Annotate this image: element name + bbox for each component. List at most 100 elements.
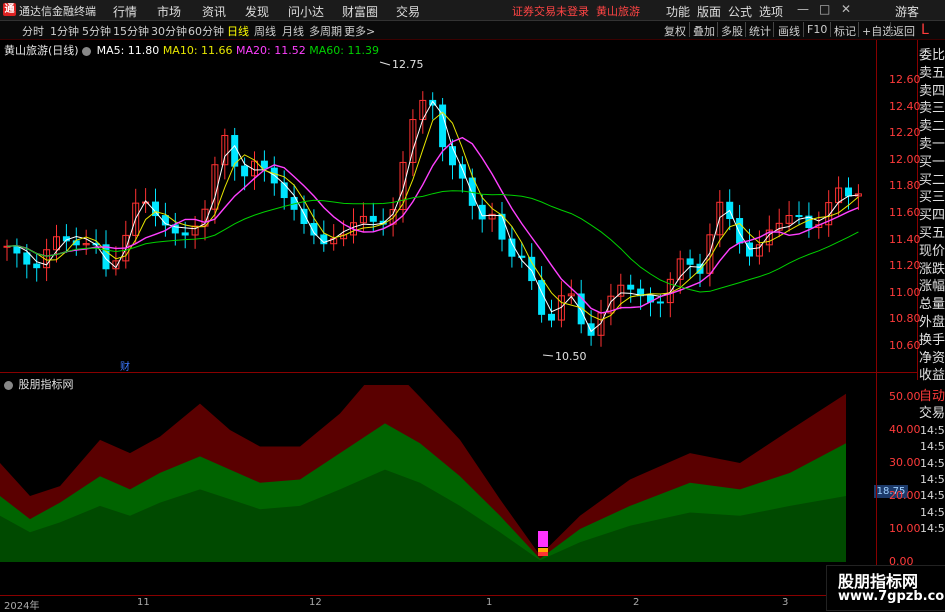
bottom-axis-line bbox=[0, 595, 876, 596]
period-monthly[interactable]: 月线 bbox=[282, 23, 304, 39]
sidebar-item[interactable]: 买三 bbox=[919, 186, 945, 205]
maximize-icon[interactable]: □ bbox=[819, 2, 830, 16]
period-15min[interactable]: 15分钟 bbox=[113, 23, 149, 39]
indicator-chart[interactable] bbox=[0, 385, 876, 595]
mark-button[interactable]: 标记 bbox=[834, 23, 856, 39]
candle-body[interactable] bbox=[181, 232, 189, 236]
menu-quotes[interactable]: 行情 bbox=[113, 3, 137, 20]
sidebar-item[interactable]: 卖一 bbox=[919, 133, 945, 152]
trade-time: 14:56 bbox=[920, 456, 945, 470]
adjust-button[interactable]: 复权 bbox=[664, 23, 686, 39]
back-button[interactable]: 返回 bbox=[893, 23, 915, 39]
signal-marker bbox=[538, 531, 548, 535]
menu-layout[interactable]: 版面 bbox=[697, 3, 721, 20]
multi-stock-button[interactable]: 多股 bbox=[721, 23, 743, 39]
finance-event-mark[interactable]: 财 bbox=[120, 358, 130, 373]
sidebar-item[interactable]: 买五 bbox=[919, 222, 945, 241]
candle-body[interactable] bbox=[795, 215, 803, 218]
menu-news[interactable]: 资讯 bbox=[202, 3, 226, 20]
menu-formula[interactable]: 公式 bbox=[728, 3, 752, 20]
trade-time: 14:56 bbox=[920, 424, 945, 437]
toolbar-divider bbox=[803, 22, 804, 37]
sidebar-item[interactable]: 买二 bbox=[919, 169, 945, 188]
f10-button[interactable]: F10 bbox=[807, 23, 827, 36]
candle-body[interactable] bbox=[686, 258, 694, 265]
date-tick: 12 bbox=[309, 597, 322, 608]
sidebar-item[interactable]: 卖二 bbox=[919, 115, 945, 134]
high-pointer bbox=[379, 61, 391, 66]
period-60min[interactable]: 60分钟 bbox=[188, 23, 224, 39]
candle-body[interactable] bbox=[627, 284, 635, 290]
app-logo-icon: 通 bbox=[3, 3, 16, 16]
candle-body[interactable] bbox=[656, 301, 664, 304]
menu-trade[interactable]: 交易 bbox=[396, 3, 420, 20]
price-tick: 11.00 bbox=[889, 285, 921, 299]
sidebar-item[interactable]: 卖三 bbox=[919, 97, 945, 116]
period-more[interactable]: 更多> bbox=[344, 23, 375, 39]
date-tick: 11 bbox=[137, 597, 150, 608]
sidebar-item[interactable]: 涨跌 bbox=[919, 258, 945, 277]
login-notice[interactable]: 证券交易未登录 黄山旅游 bbox=[512, 3, 640, 19]
period-multi[interactable]: 多周期 bbox=[309, 23, 342, 39]
trade-label[interactable]: 交易 bbox=[919, 402, 945, 421]
candle-body[interactable] bbox=[300, 208, 308, 224]
sidebar-item[interactable]: 委比 bbox=[919, 44, 945, 63]
low-price-mark: 10.50 bbox=[555, 350, 587, 363]
period-weekly[interactable]: 周线 bbox=[254, 23, 276, 39]
indicator-tick: 40.00 bbox=[889, 423, 921, 436]
sidebar-item[interactable]: 换手 bbox=[919, 329, 945, 348]
sidebar-item[interactable]: 买四 bbox=[919, 204, 945, 223]
period-daily[interactable]: 日线 bbox=[227, 23, 249, 39]
candle-body[interactable] bbox=[369, 215, 377, 222]
candle-body[interactable] bbox=[241, 165, 249, 177]
app-name: 通达信金融终端 bbox=[19, 5, 96, 18]
sidebar-item[interactable]: 总量 bbox=[919, 293, 945, 312]
sidebar-item[interactable]: 卖四 bbox=[919, 80, 945, 99]
add-favorite-button[interactable]: +自选 bbox=[862, 23, 893, 39]
candle-body[interactable] bbox=[33, 263, 41, 269]
sidebar-item[interactable]: 买一 bbox=[919, 151, 945, 170]
candle-body[interactable] bbox=[736, 218, 744, 244]
candle-body[interactable] bbox=[260, 160, 268, 169]
watermark-url: www.7gpzb.com bbox=[838, 589, 945, 604]
period-tick[interactable]: 分时 bbox=[22, 23, 44, 39]
sidebar-item[interactable]: 净资 bbox=[919, 347, 945, 366]
close-icon[interactable]: ✕ bbox=[841, 2, 851, 16]
trade-time: 14:56 bbox=[920, 472, 945, 486]
toolbar-divider bbox=[717, 22, 718, 37]
sidebar-item[interactable]: 现价 bbox=[919, 240, 945, 259]
period-1min[interactable]: 1分钟 bbox=[50, 23, 79, 39]
price-tick: 12.20 bbox=[889, 126, 921, 140]
guest-label[interactable]: 游客 bbox=[895, 3, 919, 20]
period-30min[interactable]: 30分钟 bbox=[151, 23, 187, 39]
overlay-button[interactable]: 叠加 bbox=[693, 23, 715, 39]
menu-discover[interactable]: 发现 bbox=[245, 3, 269, 20]
period-5min[interactable]: 5分钟 bbox=[82, 23, 111, 39]
price-tick: 10.80 bbox=[889, 312, 921, 326]
draw-line-button[interactable]: 画线 bbox=[778, 23, 800, 39]
menu-function[interactable]: 功能 bbox=[666, 3, 690, 20]
minimize-icon[interactable]: — bbox=[797, 2, 809, 16]
sidebar-item[interactable]: 外盘 bbox=[919, 311, 945, 330]
menu-options[interactable]: 选项 bbox=[759, 3, 783, 20]
menu-market[interactable]: 市场 bbox=[157, 3, 181, 20]
sidebar-item[interactable]: 卖五 bbox=[919, 62, 945, 81]
signal-marker bbox=[538, 539, 548, 543]
candle-body[interactable] bbox=[458, 164, 466, 179]
price-tick: 11.20 bbox=[889, 259, 921, 273]
panel-divider bbox=[0, 372, 917, 373]
signal-marker bbox=[538, 552, 548, 556]
stats-button[interactable]: 统计 bbox=[749, 23, 771, 39]
signal-marker bbox=[538, 535, 548, 539]
candlestick-chart[interactable]: 12.75 10.50 bbox=[0, 40, 876, 370]
menu-assistant[interactable]: 问小达 bbox=[288, 3, 324, 20]
candle-body[interactable] bbox=[280, 182, 288, 199]
menu-wealth-circle[interactable]: 财富圈 bbox=[342, 3, 378, 20]
sidebar-item[interactable]: 收益 bbox=[919, 364, 945, 383]
sidebar-item[interactable]: 涨幅 bbox=[919, 275, 945, 294]
candle-body[interactable] bbox=[845, 187, 852, 197]
candle-body[interactable] bbox=[23, 252, 31, 265]
indicator-tick: 20.00 bbox=[889, 489, 921, 502]
candle-body[interactable] bbox=[449, 146, 456, 166]
candle-body[interactable] bbox=[548, 313, 555, 321]
